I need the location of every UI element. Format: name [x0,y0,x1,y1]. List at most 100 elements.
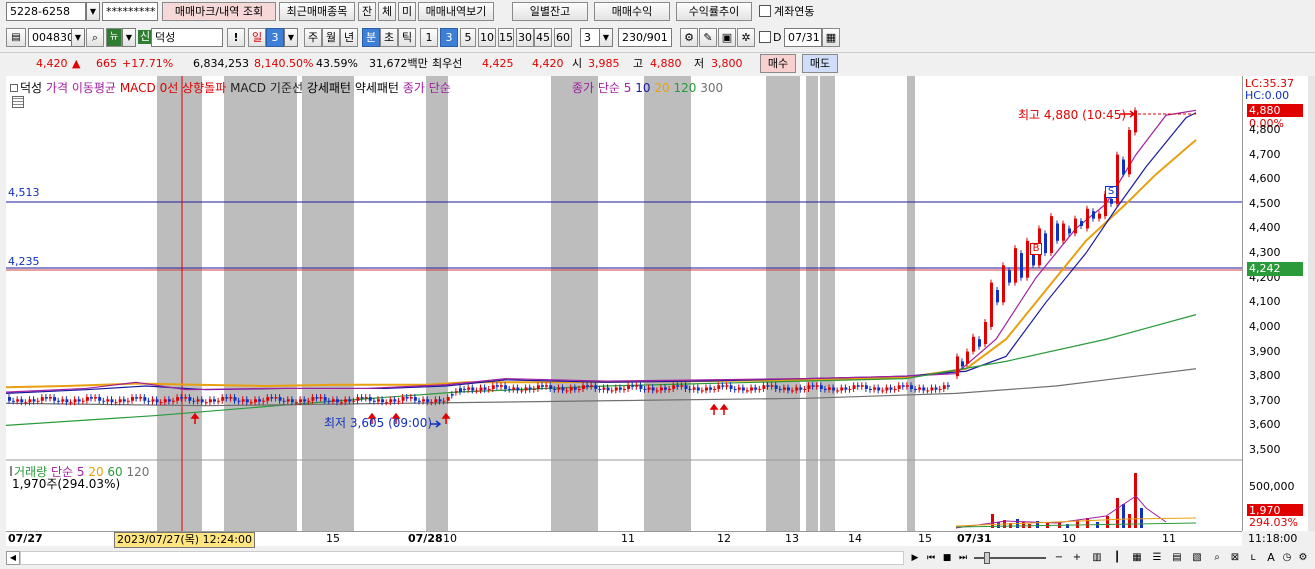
period-button-0[interactable]: 주 [304,28,322,47]
volume-bar [1106,516,1109,528]
period-button-5[interactable]: 틱 [398,28,416,47]
candle [229,397,233,399]
candle [401,397,405,401]
minute-button-10[interactable]: 10 [478,28,496,47]
window-icon[interactable]: ▤ [6,28,26,47]
settings-icon[interactable]: ✲ [737,28,755,47]
stock-name-field[interactable]: 덕성 [151,28,223,47]
zoom-out-icon[interactable]: − [1052,551,1066,565]
candle [249,402,253,404]
time-label: 10 [1062,532,1076,545]
account-link-checkbox[interactable] [759,5,771,17]
play-icon[interactable]: ▶ [908,551,922,565]
minute-button-5[interactable]: 5 [460,28,476,47]
search-icon[interactable]: ⌕ [86,28,104,47]
che-button[interactable]: 체 [378,2,396,21]
period-button-3[interactable]: 분 [362,28,380,47]
candle [692,387,696,390]
magnify-icon[interactable]: ⌕ [1210,551,1224,565]
time-icon[interactable]: ◷ [1280,551,1294,565]
candle [869,388,872,390]
save-icon[interactable]: ▣ [718,28,736,47]
jan-button[interactable]: 잔 [358,2,376,21]
volume-ratio: 8,140.50% [254,57,314,70]
zoom-in-icon[interactable]: + [1070,551,1084,565]
day-button[interactable]: 일 [248,28,266,47]
chart-grid-icon[interactable] [12,96,24,108]
candle [700,390,704,392]
d-label: D [773,31,782,44]
price-chart[interactable] [6,76,1242,531]
open-label: 시 [572,57,583,70]
grid-view-icon[interactable]: ▦ [1130,551,1144,565]
candle [77,399,81,402]
lock-icon[interactable]: ⊠ [1228,551,1242,565]
scroll-track[interactable] [20,551,904,565]
minute-button-3[interactable]: 3 [440,28,458,47]
date-field[interactable]: 07/31 [784,28,822,47]
minute-button-1[interactable]: 1 [420,28,438,47]
day-count-dropdown[interactable]: ▼ [284,28,298,47]
draw-tool-icon[interactable]: ✎ [699,28,717,47]
chart-menu-icon[interactable] [10,84,18,92]
volume-pct-box: 294.03% [1247,516,1303,530]
stock-type-icon[interactable]: 뉴 [106,28,122,47]
buy-button[interactable]: 매수 [760,54,796,73]
text-icon[interactable]: A [1264,551,1278,565]
count-dropdown[interactable]: ▼ [599,28,613,47]
first-icon[interactable]: ⏮ [924,551,938,565]
account-field[interactable]: 5228-6258 [6,2,86,21]
trade-mark-button[interactable]: 매매마크/내역 조회 [162,2,276,21]
right-scroll-strip[interactable] [1308,76,1315,531]
scroll-left-button[interactable]: ◀ [6,551,20,565]
legend-ma300: 300 [700,81,724,95]
candle [118,399,122,403]
config-icon[interactable]: ⚙ [1296,551,1310,565]
list-view-icon[interactable]: ☰ [1150,551,1164,565]
recent-trades-button[interactable]: 최근매매종목 [279,2,355,21]
password-field[interactable]: ********* [102,2,158,21]
candle [561,387,565,391]
day-count-field[interactable]: 3 [266,28,284,47]
minute-button-15[interactable]: 15 [498,28,514,47]
trade-profit-button[interactable]: 매매수익 [594,2,670,21]
chart-type-icon[interactable]: ▥ [1090,551,1104,565]
period-button-4[interactable]: 초 [380,28,398,47]
range-field[interactable]: 230/901 [618,28,672,47]
chart-area[interactable]: 덕성 가격 이동평균 MACD 0선 상향돌파 MACD 기준선 강세패턴 약세… [6,76,1242,531]
session-band [806,76,818,531]
daily-balance-button[interactable]: 일별잔고 [512,2,588,21]
layout-icon[interactable]: ▤ [1170,551,1184,565]
account-dropdown[interactable]: ▼ [86,2,100,21]
last-icon[interactable]: ⏭ [956,551,970,565]
period-button-1[interactable]: 월 [322,28,340,47]
sell-button[interactable]: 매도 [802,54,838,73]
bottom-scrollbar[interactable]: ◀ ▶ ⏮ ■ ⏭ − + ▥ ┃ ▦ ☰ ▤ ▧ ⌕ ⊠ ʟ A ◷ ⚙ [0,548,1315,569]
split-icon[interactable]: ▧ [1190,551,1204,565]
stock-code-dropdown[interactable]: ▼ [71,28,85,47]
alert-button[interactable]: ! [227,28,245,47]
candle [405,397,409,399]
stock-code-field[interactable]: 004830 [28,28,72,47]
calendar-icon[interactable]: ▦ [822,28,840,47]
time-label: 14 [848,532,862,545]
return-trend-button[interactable]: 수익률추이 [676,2,752,21]
indicator-icon[interactable]: ⚙ [680,28,698,47]
date-checkbox[interactable] [759,31,771,43]
count-field[interactable]: 3 [580,28,600,47]
stock-type-dropdown[interactable]: ▼ [122,28,136,47]
minute-button-30[interactable]: 30 [516,28,534,47]
zoom-slider-thumb[interactable] [984,552,990,564]
stop-icon[interactable]: ■ [940,551,954,565]
candle [532,388,536,390]
low-marker-label: 최저 3,605 (09:00) [324,416,433,430]
bars-icon[interactable]: ┃ [1110,551,1124,565]
minute-button-60[interactable]: 60 [554,28,572,47]
candle [368,397,372,401]
font-size-icon[interactable]: ʟ [1246,551,1260,565]
period-button-2[interactable]: 년 [340,28,358,47]
trade-history-button[interactable]: 매매내역보기 [418,2,494,21]
candle [696,387,700,391]
minute-button-45[interactable]: 45 [534,28,552,47]
mi-button[interactable]: 미 [398,2,416,21]
